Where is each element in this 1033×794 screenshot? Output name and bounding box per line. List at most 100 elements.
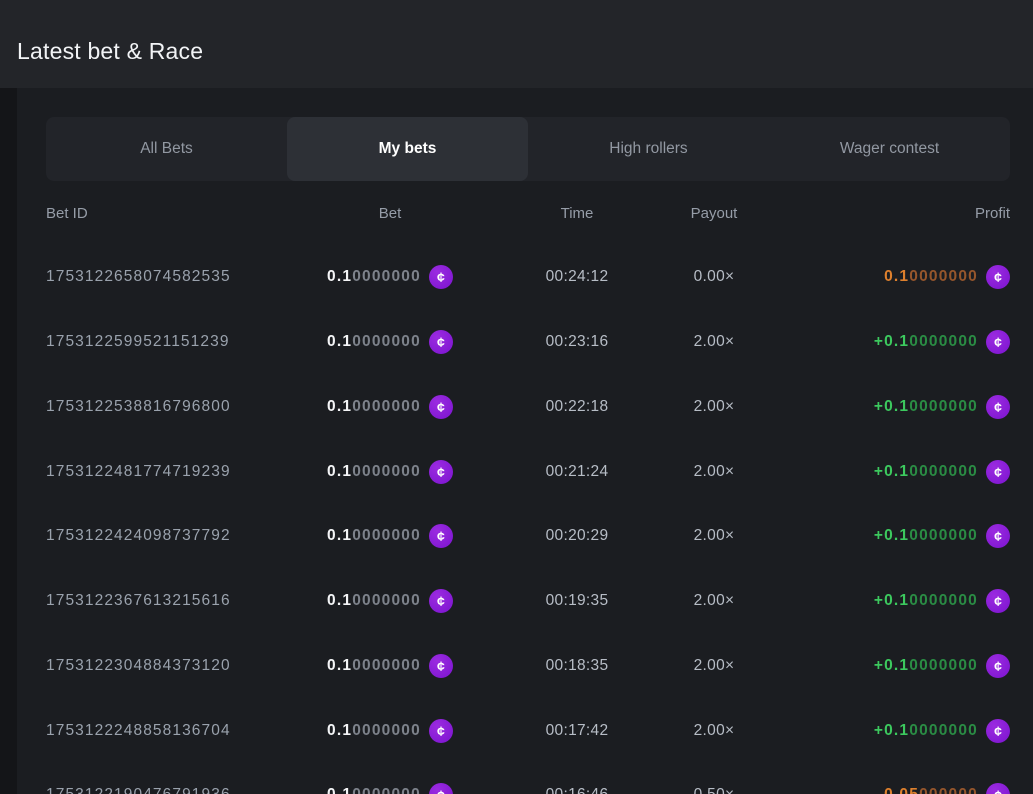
profit-amount-rest: 0000000	[909, 657, 978, 674]
time-value: 00:23:16	[494, 333, 660, 351]
coin-icon: ¢	[986, 783, 1010, 794]
tab-my-bets[interactable]: My bets	[287, 117, 528, 181]
coin-icon: ¢	[986, 589, 1010, 613]
profit-amount-rest: 0000000	[909, 398, 978, 415]
bet-amount-main: 0.1	[327, 657, 352, 674]
bet-amount-main: 0.1	[327, 592, 352, 609]
profit-amount-rest: 000000	[919, 786, 978, 794]
bet-amount: 0.10000000 ¢	[327, 395, 453, 419]
bets-card: All Bets My bets High rollers Wager cont…	[17, 88, 1033, 794]
profit-amount: +0.10000000 ¢	[874, 395, 1010, 419]
coin-icon: ¢	[429, 460, 453, 484]
column-header-payout: Payout	[660, 205, 768, 222]
table-row[interactable]: 1753122538816796800 0.10000000 ¢ 00:22:1…	[46, 375, 1010, 440]
bet-id: 1753122599521151239	[46, 333, 286, 351]
profit-amount-rest: 0000000	[909, 527, 978, 544]
payout-value: 0.00×	[660, 268, 768, 286]
profit-amount-main: +0.1	[874, 722, 909, 739]
profit-cell: +0.10000000 ¢	[768, 719, 1010, 743]
profit-amount-rest: 0000000	[909, 463, 978, 480]
profit-cell: +0.10000000 ¢	[768, 395, 1010, 419]
payout-value: 2.00×	[660, 527, 768, 545]
profit-amount-main: +0.1	[874, 463, 909, 480]
table-row[interactable]: 1753122658074582535 0.10000000 ¢ 00:24:1…	[46, 245, 1010, 310]
coin-icon: ¢	[429, 330, 453, 354]
profit-amount: +0.10000000 ¢	[874, 719, 1010, 743]
table-row[interactable]: 1753122304884373120 0.10000000 ¢ 00:18:3…	[46, 634, 1010, 699]
profit-amount-main: 0.05	[884, 786, 919, 794]
coin-icon: ¢	[429, 524, 453, 548]
profit-amount-rest: 0000000	[909, 333, 978, 350]
profit-cell: 0.10000000 ¢	[768, 265, 1010, 289]
bet-amount-rest: 0000000	[352, 657, 421, 674]
bet-amount: 0.10000000 ¢	[327, 265, 453, 289]
time-value: 00:22:18	[494, 398, 660, 416]
profit-amount-main: +0.1	[874, 333, 909, 350]
coin-icon: ¢	[429, 265, 453, 289]
profit-amount: +0.10000000 ¢	[874, 460, 1010, 484]
coin-icon: ¢	[986, 330, 1010, 354]
column-header-time: Time	[494, 205, 660, 222]
coin-icon: ¢	[986, 395, 1010, 419]
bet-amount-rest: 0000000	[352, 268, 421, 285]
bet-amount-main: 0.1	[327, 527, 352, 544]
bet-id: 1753122658074582535	[46, 268, 286, 286]
coin-icon: ¢	[429, 783, 453, 794]
table-header-row: Bet ID Bet Time Payout Profit	[46, 181, 1010, 245]
profit-amount: +0.10000000 ¢	[874, 330, 1010, 354]
bet-amount-rest: 0000000	[352, 333, 421, 350]
bet-id: 1753122190476791936	[46, 786, 286, 794]
tab-all-bets[interactable]: All Bets	[46, 117, 287, 181]
bet-amount-main: 0.1	[327, 463, 352, 480]
time-value: 00:17:42	[494, 722, 660, 740]
coin-icon: ¢	[986, 460, 1010, 484]
coin-icon: ¢	[429, 719, 453, 743]
coin-icon: ¢	[986, 265, 1010, 289]
bet-amount-rest: 0000000	[352, 722, 421, 739]
profit-amount: +0.10000000 ¢	[874, 654, 1010, 678]
profit-cell: +0.10000000 ¢	[768, 654, 1010, 678]
bet-amount: 0.10000000 ¢	[327, 589, 453, 613]
table-row[interactable]: 1753122367613215616 0.10000000 ¢ 00:19:3…	[46, 569, 1010, 634]
bet-amount-rest: 0000000	[352, 463, 421, 480]
coin-icon: ¢	[986, 654, 1010, 678]
bet-id: 1753122304884373120	[46, 657, 286, 675]
bet-id: 1753122367613215616	[46, 592, 286, 610]
table-row[interactable]: 1753122190476791936 0.10000000 ¢ 00:16:4…	[46, 763, 1010, 794]
column-header-profit: Profit	[768, 205, 1010, 222]
table-row[interactable]: 1753122424098737792 0.10000000 ¢ 00:20:2…	[46, 504, 1010, 569]
payout-value: 2.00×	[660, 657, 768, 675]
bet-amount-rest: 0000000	[352, 398, 421, 415]
bet-amount-rest: 0000000	[352, 592, 421, 609]
payout-value: 2.00×	[660, 398, 768, 416]
profit-cell: +0.10000000 ¢	[768, 524, 1010, 548]
bet-amount: 0.10000000 ¢	[327, 330, 453, 354]
profit-amount-main: 0.1	[884, 268, 909, 285]
bet-id: 1753122248858136704	[46, 722, 286, 740]
bet-id: 1753122424098737792	[46, 527, 286, 545]
profit-amount: +0.10000000 ¢	[874, 524, 1010, 548]
table-row[interactable]: 1753122599521151239 0.10000000 ¢ 00:23:1…	[46, 310, 1010, 375]
bet-amount-main: 0.1	[327, 333, 352, 350]
time-value: 00:20:29	[494, 527, 660, 545]
bet-amount-main: 0.1	[327, 268, 352, 285]
profit-amount: 0.10000000 ¢	[884, 265, 1010, 289]
coin-icon: ¢	[986, 524, 1010, 548]
section-header: Latest bet & Race	[0, 0, 1033, 88]
column-header-bet-id: Bet ID	[46, 205, 286, 222]
tab-high-rollers[interactable]: High rollers	[528, 117, 769, 181]
column-header-bet: Bet	[286, 205, 494, 222]
profit-amount-rest: 0000000	[909, 592, 978, 609]
payout-value: 2.00×	[660, 333, 768, 351]
bet-amount: 0.10000000 ¢	[327, 719, 453, 743]
table-row[interactable]: 1753122248858136704 0.10000000 ¢ 00:17:4…	[46, 698, 1010, 763]
profit-amount-rest: 0000000	[909, 722, 978, 739]
tab-wager-contest[interactable]: Wager contest	[769, 117, 1010, 181]
bet-amount: 0.10000000 ¢	[327, 460, 453, 484]
bet-amount-main: 0.1	[327, 786, 352, 794]
bet-amount-rest: 0000000	[352, 527, 421, 544]
table-row[interactable]: 1753122481774719239 0.10000000 ¢ 00:21:2…	[46, 439, 1010, 504]
time-value: 00:21:24	[494, 463, 660, 481]
coin-icon: ¢	[986, 719, 1010, 743]
bets-tabbar: All Bets My bets High rollers Wager cont…	[46, 117, 1010, 181]
